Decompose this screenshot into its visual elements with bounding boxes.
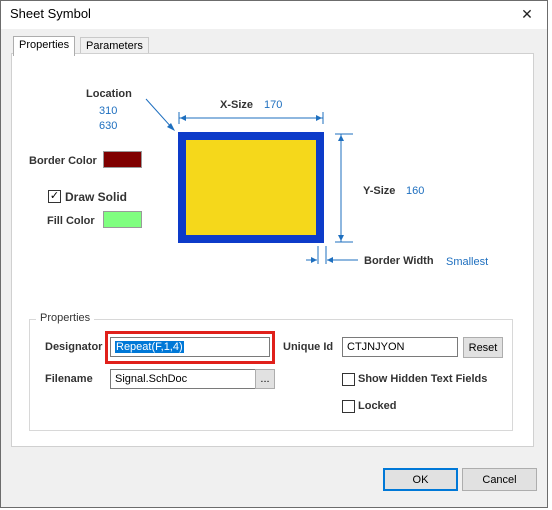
filename-label: Filename xyxy=(45,373,93,385)
show-hidden-label: Show Hidden Text Fields xyxy=(358,373,488,385)
filename-value: Signal.SchDoc xyxy=(115,373,188,385)
x-size-label: X-Size xyxy=(220,99,254,111)
location-x-value[interactable]: 310 xyxy=(99,105,117,117)
border-width-label: Border Width xyxy=(364,255,434,267)
unique-id-input[interactable]: CTJNJYON xyxy=(342,337,458,357)
browse-label: ... xyxy=(260,373,270,385)
fill-color-label: Fill Color xyxy=(47,215,95,227)
draw-solid-checkbox[interactable]: ✓ xyxy=(48,190,61,203)
y-size-value[interactable]: 160 xyxy=(406,185,424,197)
locked-checkbox[interactable] xyxy=(342,400,355,413)
x-size-value[interactable]: 170 xyxy=(264,99,282,111)
properties-group-title: Properties xyxy=(36,312,95,324)
unique-id-label: Unique Id xyxy=(283,341,334,353)
tab-properties[interactable]: Properties xyxy=(13,36,76,56)
designator-highlight xyxy=(105,331,275,364)
locked-label: Locked xyxy=(358,400,397,412)
show-hidden-checkbox[interactable] xyxy=(342,373,355,386)
checkmark-icon: ✓ xyxy=(49,190,60,202)
reset-label: Reset xyxy=(468,341,498,354)
designator-label: Designator xyxy=(45,341,103,353)
y-size-label: Y-Size xyxy=(363,185,396,197)
sheet-symbol-preview xyxy=(178,132,324,243)
cancel-button[interactable]: Cancel xyxy=(462,468,537,491)
cancel-label: Cancel xyxy=(482,473,517,486)
sheet-symbol-fill xyxy=(186,140,316,235)
reset-button[interactable]: Reset xyxy=(463,337,503,358)
border-color-label: Border Color xyxy=(29,155,97,167)
unique-id-value: CTJNJYON xyxy=(347,341,405,353)
border-color-swatch[interactable] xyxy=(103,151,142,168)
browse-button[interactable]: ... xyxy=(255,369,275,389)
location-label: Location xyxy=(86,88,132,100)
border-width-value[interactable]: Smallest xyxy=(446,256,488,268)
filename-input[interactable]: Signal.SchDoc xyxy=(110,369,256,389)
ok-label: OK xyxy=(412,473,429,486)
dimension-lines xyxy=(145,98,358,264)
ok-button[interactable]: OK xyxy=(383,468,458,491)
location-y-value[interactable]: 630 xyxy=(99,120,117,132)
fill-color-swatch[interactable] xyxy=(103,211,142,228)
draw-solid-label: Draw Solid xyxy=(65,190,128,204)
